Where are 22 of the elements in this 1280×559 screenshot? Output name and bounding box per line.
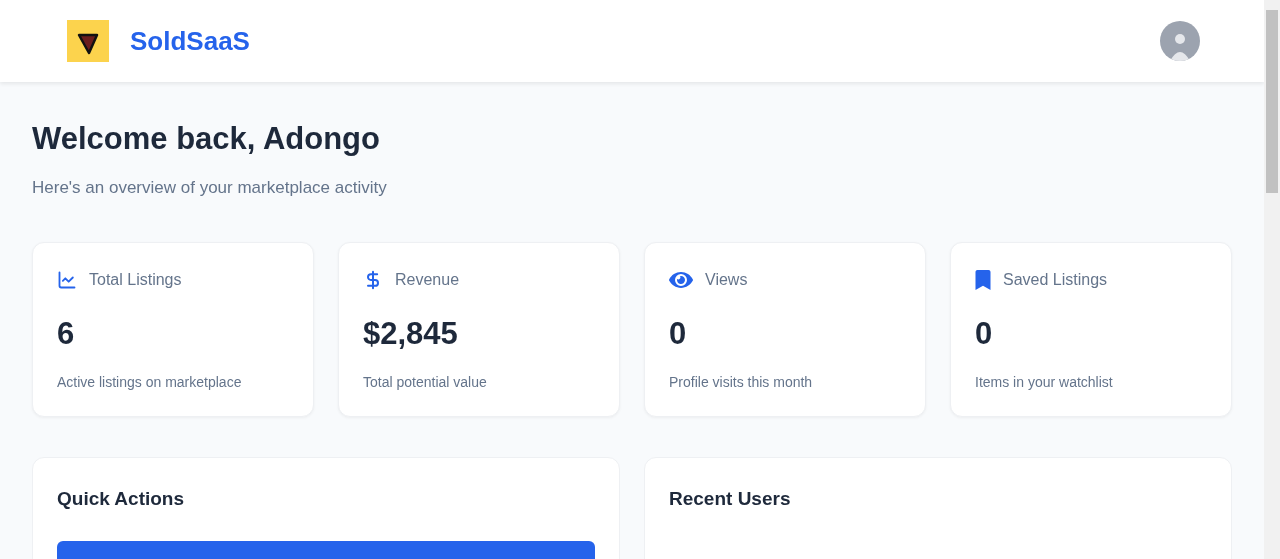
- stat-value: 0: [975, 315, 994, 354]
- stat-caption: Profile visits this month: [669, 372, 814, 392]
- welcome-title: Welcome back, Adongo: [32, 120, 381, 158]
- stat-caption: Items in your watchlist: [975, 372, 1114, 392]
- panel-title: Quick Actions: [57, 487, 186, 512]
- stat-label: Total Listings: [89, 270, 182, 291]
- stat-label: Saved Listings: [1003, 270, 1108, 291]
- stat-value: $2,845: [363, 315, 459, 354]
- welcome-subtitle: Here's an overview of your marketplace activity: [32, 176, 388, 199]
- stat-caption: Total potential value: [363, 372, 488, 392]
- scrollbar[interactable]: [1264, 0, 1280, 559]
- stat-value: 6: [57, 315, 76, 354]
- logo-icon: [67, 20, 109, 62]
- stat-value: 0: [669, 315, 688, 354]
- stat-label: Revenue: [395, 270, 460, 291]
- avatar[interactable]: [1160, 21, 1200, 61]
- panel-title: Recent Users: [669, 487, 792, 512]
- brand-name: SoldSaaS: [130, 24, 250, 58]
- bookmark-icon: [975, 270, 991, 291]
- line-chart-icon: [57, 270, 77, 291]
- stat-caption: Active listings on marketplace: [57, 372, 243, 392]
- stat-label: Views: [705, 270, 748, 291]
